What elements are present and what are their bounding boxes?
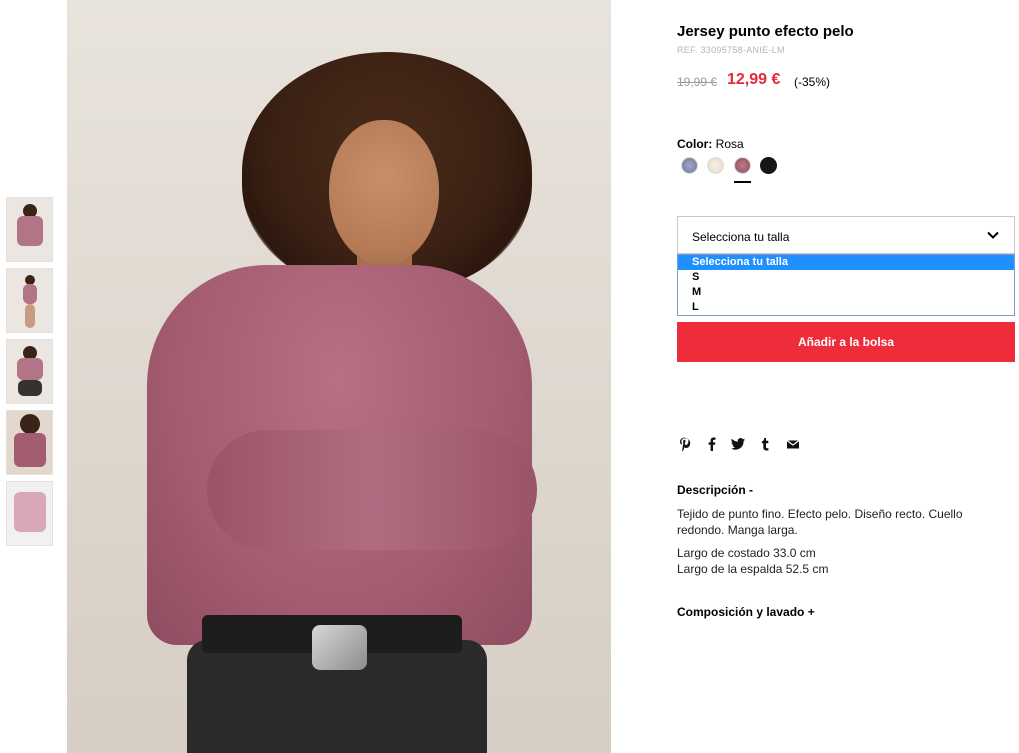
thumbnail-4[interactable] bbox=[6, 410, 53, 475]
description-heading[interactable]: Descripción - bbox=[677, 483, 753, 497]
color-swatch-black[interactable] bbox=[760, 157, 777, 174]
thumb-person-head bbox=[19, 414, 40, 434]
thumb-person bbox=[22, 284, 37, 304]
add-to-bag-button[interactable]: Añadir a la bolsa bbox=[677, 322, 1015, 362]
thumb-person bbox=[16, 216, 43, 246]
facebook-icon[interactable] bbox=[704, 436, 720, 452]
color-swatch-lavender[interactable] bbox=[681, 157, 698, 174]
size-option[interactable]: L bbox=[678, 300, 1014, 315]
color-selected-name: Rosa bbox=[715, 137, 744, 151]
size-select[interactable]: Selecciona tu talla bbox=[677, 216, 1015, 254]
thumbnail-list bbox=[6, 197, 54, 552]
model-face bbox=[329, 120, 439, 265]
thumb-person bbox=[16, 358, 43, 380]
measure-back-length: Largo de la espalda 52.5 cm bbox=[677, 562, 829, 576]
twitter-icon[interactable] bbox=[730, 436, 746, 452]
size-option[interactable]: S bbox=[678, 270, 1014, 285]
thumbnail-5[interactable] bbox=[6, 481, 53, 546]
composition-heading[interactable]: Composición y lavado + bbox=[677, 605, 815, 619]
thumb-sweater bbox=[13, 492, 46, 532]
color-swatch-cream[interactable] bbox=[707, 157, 724, 174]
chevron-down-icon bbox=[987, 231, 999, 239]
thumb-person bbox=[13, 433, 46, 467]
thumb-person-legs bbox=[24, 304, 35, 328]
size-option[interactable]: M bbox=[678, 285, 1014, 300]
thumbnail-3[interactable] bbox=[6, 339, 53, 404]
measure-side-length: Largo de costado 33.0 cm bbox=[677, 546, 816, 560]
size-dropdown-list: Selecciona tu talla S M L bbox=[677, 254, 1015, 316]
model-crossed-arms bbox=[207, 430, 537, 550]
pinterest-icon[interactable] bbox=[677, 436, 693, 452]
product-reference: REF. 33095758-ANIE-LM bbox=[677, 45, 785, 55]
sale-price: 12,99 € bbox=[727, 71, 781, 88]
color-label-title: Color: bbox=[677, 137, 713, 151]
size-option[interactable]: Selecciona tu talla bbox=[678, 255, 1014, 270]
color-label: Color: Rosa bbox=[677, 137, 744, 151]
thumb-person-skirt bbox=[17, 380, 42, 396]
thumbnail-2[interactable] bbox=[6, 268, 53, 333]
discount-label: (-35%) bbox=[794, 75, 831, 89]
thumbnail-1[interactable] bbox=[6, 197, 53, 262]
product-title: Jersey punto efecto pelo bbox=[677, 23, 854, 40]
color-swatch-rosa[interactable] bbox=[734, 157, 751, 174]
old-price: 19,99 € bbox=[677, 75, 718, 89]
size-select-value: Selecciona tu talla bbox=[692, 230, 790, 244]
description-text: Tejido de punto fino. Efecto pelo. Diseñ… bbox=[677, 507, 963, 537]
email-icon[interactable] bbox=[785, 436, 801, 452]
product-main-image bbox=[67, 0, 611, 753]
tumblr-icon[interactable] bbox=[757, 436, 773, 452]
selected-swatch-indicator bbox=[734, 181, 751, 183]
model-belt-buckle bbox=[312, 625, 367, 670]
